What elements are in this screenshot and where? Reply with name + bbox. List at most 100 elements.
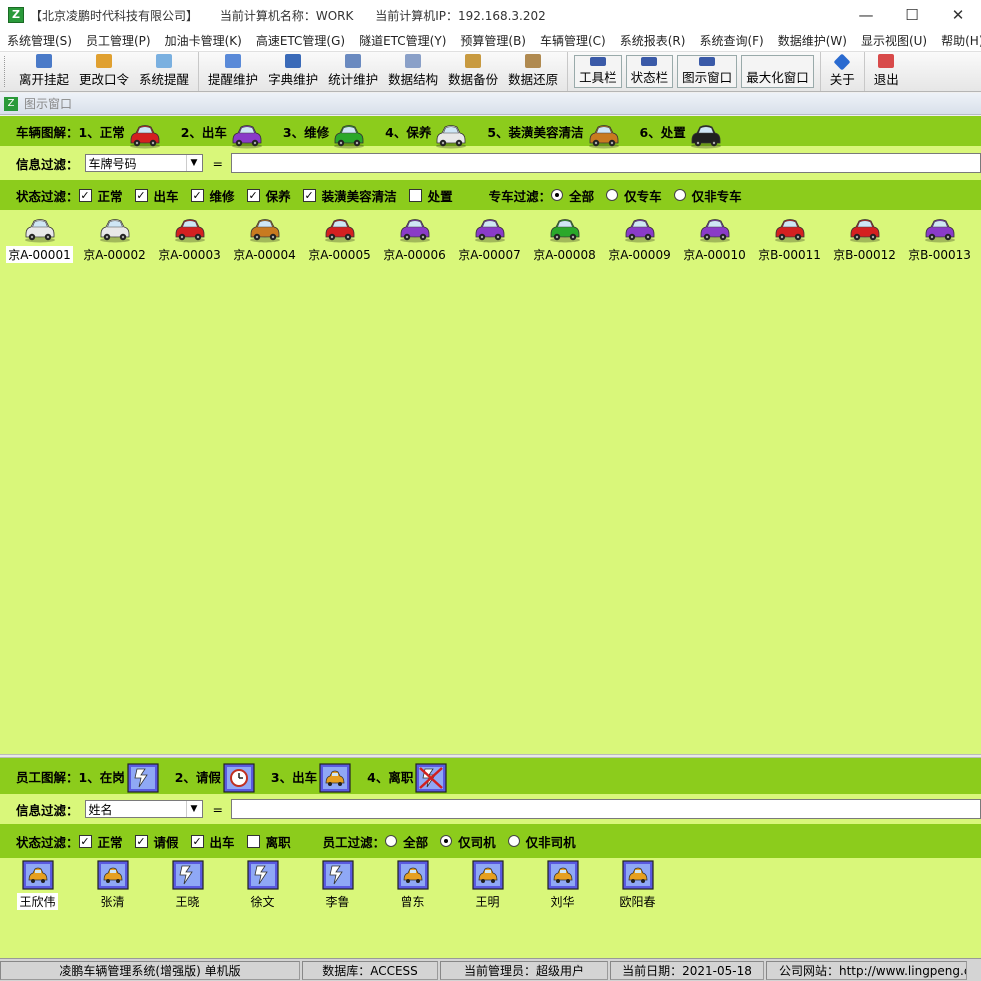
checkbox-box[interactable]: ✓ (134, 188, 148, 202)
chevron-down-icon[interactable]: ▼ (185, 801, 202, 817)
toggle-diagram-window-button[interactable]: 图示窗口 (677, 55, 738, 88)
change-password-button[interactable]: 更改口令 (74, 52, 134, 91)
radio-dot[interactable] (507, 835, 520, 847)
car-icon (174, 219, 205, 243)
staff-name: 张清 (100, 895, 125, 909)
menu-staff[interactable]: 员工管理(P) (79, 32, 158, 49)
system-reminder-button[interactable]: 系统提醒 (134, 52, 194, 91)
menu-view[interactable]: 显示视图(U) (854, 32, 934, 49)
toggle-statusbar-button[interactable]: 状态栏 (625, 55, 674, 88)
radio-dot[interactable] (606, 189, 619, 201)
data-restore-button[interactable]: 数据还原 (503, 52, 563, 91)
menu-highway-etc[interactable]: 高速ETC管理(G) (249, 32, 352, 49)
staff-status-checkbox[interactable]: 离职 (246, 832, 291, 851)
vehicle-item[interactable]: 京A-00009 (602, 214, 677, 263)
special-vehicle-radio[interactable]: 仅专车 (606, 186, 662, 205)
staff-status-checkbox[interactable]: ✓ 请假 (134, 832, 179, 851)
staff-status-checkbox[interactable]: ✓ 正常 (78, 832, 123, 851)
vehicle-item[interactable]: 京A-00008 (527, 214, 602, 263)
checkbox-box[interactable]: ✓ (78, 834, 92, 848)
vehicle-status-checkbox[interactable]: ✓ 装潢美容清洁 (302, 186, 397, 205)
minimize-button[interactable]: — (843, 0, 889, 30)
menu-tunnel-etc[interactable]: 隧道ETC管理(Y) (352, 32, 453, 49)
vehicle-filter-field-select[interactable]: 车牌号码 ▼ (84, 154, 203, 172)
vehicle-item[interactable]: 京A-00002 (77, 214, 152, 263)
checkbox-box[interactable] (408, 188, 422, 202)
staff-type-radio[interactable]: 全部 (385, 832, 428, 851)
exit-button[interactable]: 退出 (869, 52, 904, 91)
vehicle-status-checkbox[interactable]: ✓ 维修 (190, 186, 235, 205)
menu-reports[interactable]: 系统报表(R) (613, 32, 693, 49)
suspend-icon (36, 54, 52, 68)
checkbox-box[interactable] (246, 834, 260, 848)
staff-item[interactable]: 张清 (75, 860, 150, 910)
data-backup-button[interactable]: 数据备份 (443, 52, 503, 91)
menu-help[interactable]: 帮助(H) (934, 32, 981, 49)
checkbox-box[interactable]: ✓ (246, 188, 260, 202)
menu-system[interactable]: 系统管理(S) (0, 32, 79, 49)
checkbox-box[interactable]: ✓ (302, 188, 316, 202)
vehicle-grid: 京A-00001 京A-00002 京A-00003 京A-00004 京A-00005… (0, 210, 981, 754)
reminder-maintenance-button[interactable]: 提醒维护 (203, 52, 263, 91)
staff-filter-input[interactable] (231, 799, 981, 819)
vehicle-item[interactable]: 京B-00011 (752, 214, 827, 263)
maximize-window-button[interactable]: 最大化窗口 (741, 55, 814, 88)
vehicle-status-checkbox[interactable]: ✓ 出车 (134, 186, 179, 205)
vehicle-item[interactable]: 京A-00001 (2, 214, 77, 263)
staff-item[interactable]: 刘华 (525, 860, 600, 910)
about-button[interactable]: 关于 (825, 52, 860, 91)
menu-vehicle[interactable]: 车辆管理(C) (533, 32, 613, 49)
vehicle-filter-input[interactable] (231, 153, 981, 173)
staff-item[interactable]: 欧阳春 (600, 860, 675, 910)
checkbox-box[interactable]: ✓ (190, 188, 204, 202)
vehicle-status-checkbox[interactable]: ✓ 保养 (246, 186, 291, 205)
radio-dot[interactable] (385, 835, 398, 847)
staff-item[interactable]: 徐文 (225, 860, 300, 910)
vehicle-item[interactable]: 京A-00006 (377, 214, 452, 263)
vehicle-item[interactable]: 京B-00012 (827, 214, 902, 263)
staff-item[interactable]: 王欣伟 (0, 860, 75, 910)
vehicle-status-checkbox[interactable]: 处置 (408, 186, 453, 205)
checkbox-box[interactable]: ✓ (78, 188, 92, 202)
data-structure-button[interactable]: 数据结构 (383, 52, 443, 91)
staff-item[interactable]: 曾东 (375, 860, 450, 910)
staff-name: 曾东 (400, 895, 425, 909)
radio-dot[interactable] (673, 189, 686, 201)
staff-item[interactable]: 李鲁 (300, 860, 375, 910)
vehicle-item[interactable]: 京A-00004 (227, 214, 302, 263)
checkbox-box[interactable]: ✓ (190, 834, 204, 848)
chevron-down-icon[interactable]: ▼ (185, 155, 202, 171)
menu-budget[interactable]: 预算管理(B) (453, 32, 533, 49)
vehicle-status-checkbox[interactable]: ✓ 正常 (78, 186, 123, 205)
staff-type-radio[interactable]: 仅司机 (440, 832, 496, 851)
vehicle-item[interactable]: 京A-00003 (152, 214, 227, 263)
radio-dot[interactable] (440, 835, 453, 847)
staff-status-checkbox[interactable]: ✓ 出车 (190, 832, 235, 851)
radio-dot[interactable] (551, 189, 564, 201)
statistics-maintenance-button[interactable]: 统计维护 (323, 52, 383, 91)
menu-query[interactable]: 系统查询(F) (692, 32, 770, 49)
vehicle-item[interactable]: 京B-00013 (902, 214, 977, 263)
vehicle-item[interactable]: 京A-00005 (302, 214, 377, 263)
special-vehicle-radio[interactable]: 全部 (551, 186, 594, 205)
leave-suspend-button[interactable]: 离开挂起 (14, 52, 74, 91)
checkbox-box[interactable]: ✓ (134, 834, 148, 848)
vehicle-item[interactable]: 京A-00007 (452, 214, 527, 263)
staff-item[interactable]: 王明 (450, 860, 525, 910)
close-button[interactable]: ✕ (935, 0, 981, 30)
staff-legend: 员工图解： 1、在岗 2、请假 3、出车 4、离职 (0, 758, 981, 794)
staff-filter-field-select[interactable]: 姓名 ▼ (84, 800, 203, 818)
staff-type-radio[interactable]: 仅非司机 (507, 832, 576, 851)
staff-item[interactable]: 王晓 (150, 860, 225, 910)
toolbar-grip[interactable] (4, 56, 8, 87)
toggle-toolbar-button[interactable]: 工具栏 (574, 55, 622, 88)
menu-fuel-card[interactable]: 加油卡管理(K) (158, 32, 249, 49)
menu-data-maintenance[interactable]: 数据维护(W) (771, 32, 854, 49)
driving-taxi-icon (21, 860, 54, 890)
vehicle-plate: 京B-00011 (758, 248, 821, 262)
dictionary-maintenance-button[interactable]: 字典维护 (263, 52, 323, 91)
vehicle-item[interactable]: 京A-00010 (677, 214, 752, 263)
special-vehicle-radio[interactable]: 仅非专车 (673, 186, 742, 205)
maximize-button[interactable]: ☐ (889, 0, 935, 30)
staff-legend-item: 3、出车 (271, 763, 351, 793)
